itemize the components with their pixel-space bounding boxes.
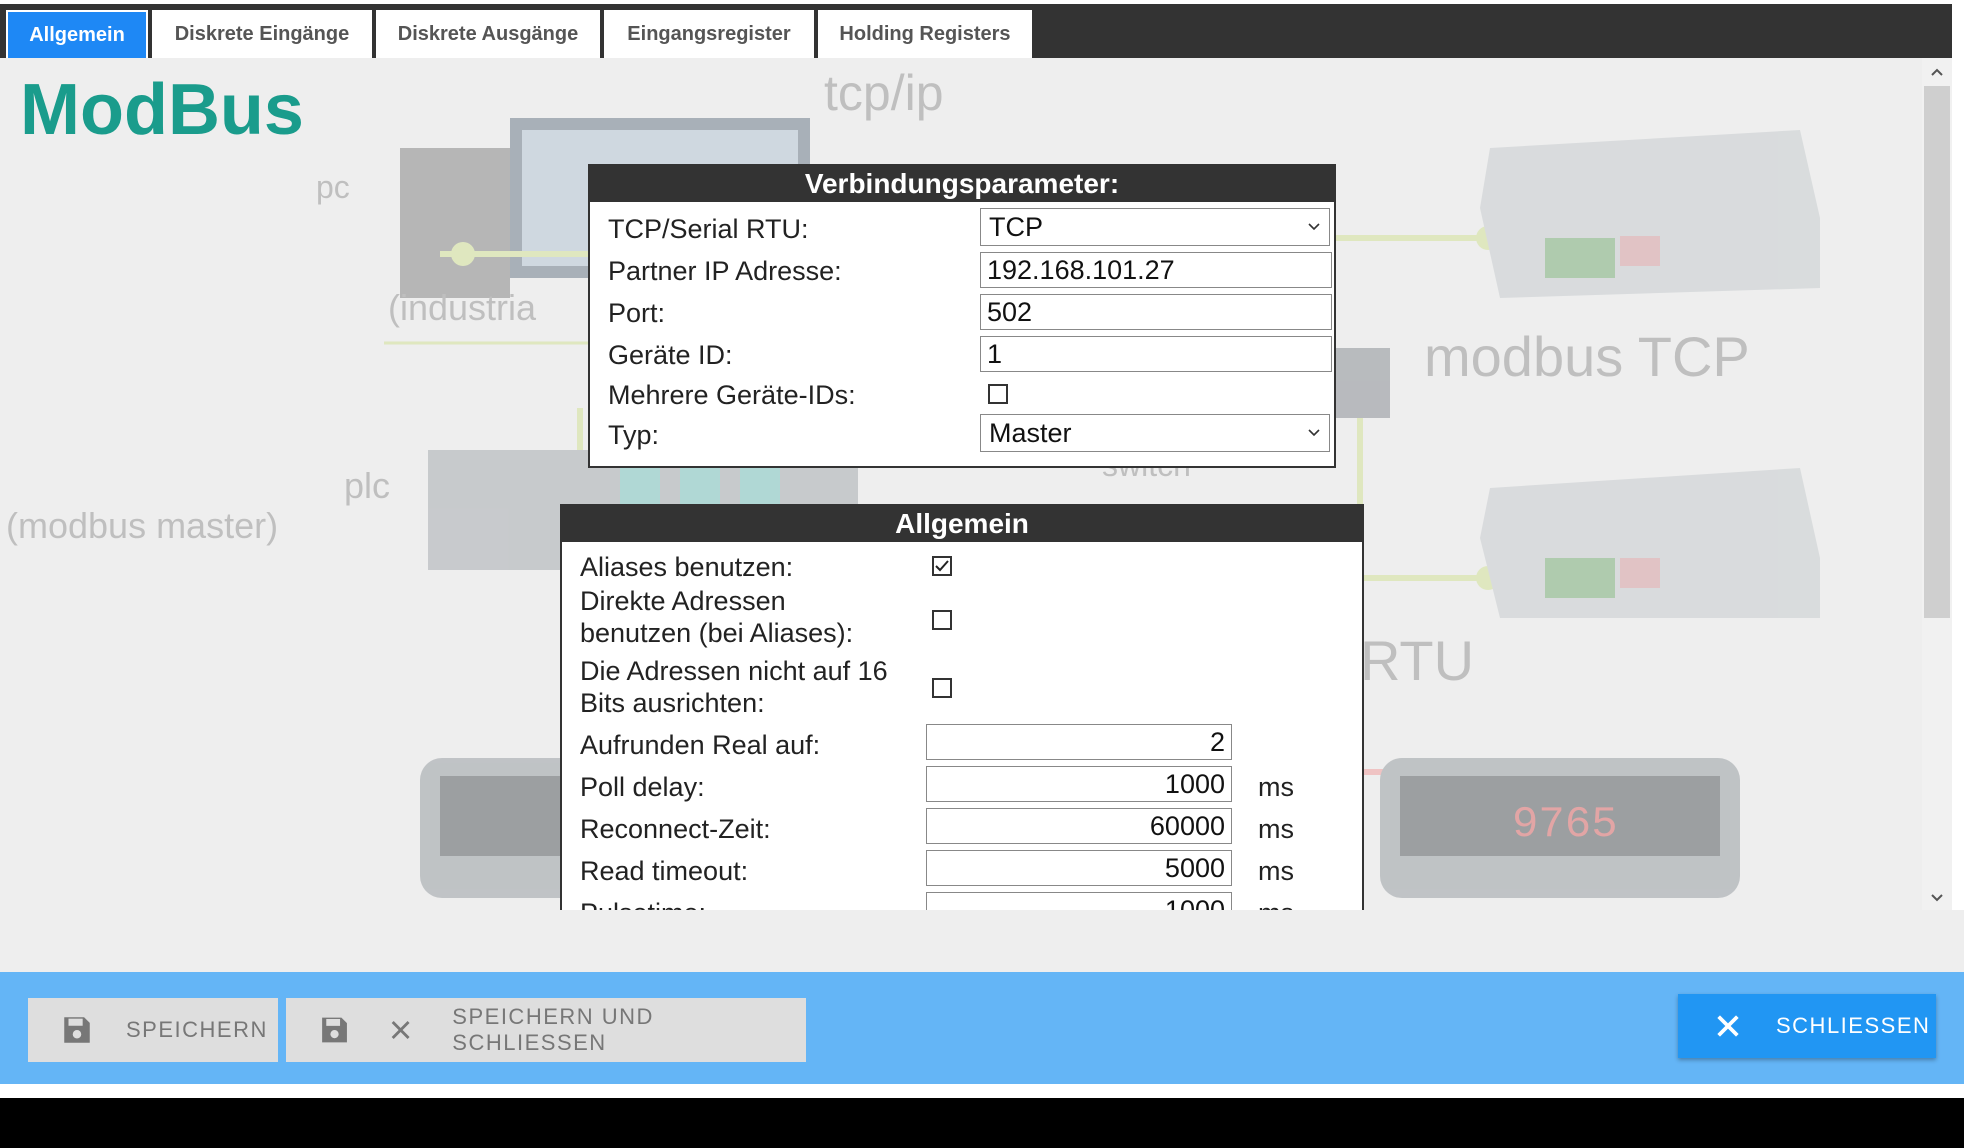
reconnect-value: 60000 xyxy=(1149,810,1225,841)
diagram-label-modbus-tcp: modbus TCP xyxy=(1424,325,1750,388)
modbus-device-top-shape xyxy=(1480,130,1820,298)
round-real-label: Aufrunden Real auf: xyxy=(580,730,821,760)
pulsetime-value: 1000 xyxy=(1164,894,1225,911)
read-timeout-input[interactable]: 5000 xyxy=(926,850,1232,886)
diagram-label-modbus-master: (modbus master) xyxy=(6,505,278,546)
type-label: Typ: xyxy=(608,420,660,450)
chevron-down-icon xyxy=(1308,429,1320,437)
ip-label: Partner IP Adresse: xyxy=(608,256,842,286)
ip-address-input[interactable]: 192.168.101.27 xyxy=(980,252,1332,288)
scrollbar-thumb[interactable] xyxy=(1924,86,1950,618)
align-16bit-checkbox[interactable] xyxy=(932,678,952,698)
multi-ids-checkbox[interactable] xyxy=(988,384,1008,404)
direct-address-label-line2: benutzen (bei Aliases): xyxy=(580,618,854,648)
diagram-display-value: 9765 xyxy=(1512,800,1618,850)
general-panel-header: Allgemein xyxy=(562,506,1362,542)
device-id-value: 1 xyxy=(987,338,1003,369)
floppy-disk-icon xyxy=(64,1017,90,1043)
reconnect-unit: ms xyxy=(1258,814,1294,844)
modbus-device-mid-shape xyxy=(1480,468,1820,618)
content-area: pc (industria tcp/ip modbus TCP plc (mod… xyxy=(0,58,1922,910)
scroll-down-icon[interactable] xyxy=(1922,886,1952,910)
tab-diskrete-ausgaenge[interactable]: Diskrete Ausgänge xyxy=(376,10,600,58)
tcp-serial-label: TCP/Serial RTU: xyxy=(608,214,809,244)
save-and-close-button[interactable]: SPEICHERN UND SCHLIESSEN xyxy=(286,998,806,1062)
poll-delay-unit: ms xyxy=(1258,772,1294,802)
diagram-label-pc: pc xyxy=(316,169,350,205)
bottom-strip xyxy=(0,1084,1964,1098)
tcp-serial-select-value: TCP xyxy=(989,211,1043,242)
port-value: 502 xyxy=(987,296,1033,327)
device-id-label: Geräte ID: xyxy=(608,340,733,370)
right-edge xyxy=(1952,4,1964,910)
save-button[interactable]: SPEICHERN xyxy=(28,998,278,1062)
chevron-down-icon xyxy=(1308,223,1320,231)
diagram-label-plc: plc xyxy=(344,465,390,506)
aliases-checkbox[interactable] xyxy=(932,556,952,576)
ip-address-value: 192.168.101.27 xyxy=(987,254,1175,285)
type-select-value: Master xyxy=(989,417,1072,448)
read-timeout-unit: ms xyxy=(1258,856,1294,886)
page-title: ModBus xyxy=(20,70,304,150)
reconnect-label: Reconnect-Zeit: xyxy=(580,814,771,844)
connection-panel-header: Verbindungsparameter: xyxy=(590,166,1334,202)
type-select[interactable]: Master xyxy=(980,414,1330,452)
pc-tower-shape xyxy=(400,148,510,298)
read-timeout-value: 5000 xyxy=(1164,852,1225,883)
diagram-label-industrial: (industria xyxy=(388,287,537,328)
diagram-label-rtu: RTU xyxy=(1360,629,1474,692)
tcp-serial-select[interactable]: TCP xyxy=(980,208,1330,246)
close-button[interactable]: SCHLIESSEN xyxy=(1678,994,1936,1058)
pulsetime-unit: ms xyxy=(1258,898,1294,910)
floppy-disk-icon xyxy=(322,1017,347,1043)
poll-delay-input[interactable]: 1000 xyxy=(926,766,1232,802)
diagram-label-tcpip: tcp/ip xyxy=(824,65,944,121)
pulsetime-input[interactable]: 1000 xyxy=(926,892,1232,910)
close-icon xyxy=(391,1021,410,1039)
align-16bit-label-line2: Bits ausrichten: xyxy=(580,688,765,718)
port-label: Port: xyxy=(608,298,666,328)
connection-parameters-panel: Verbindungsparameter: TCP/Serial RTU: TC… xyxy=(588,164,1336,468)
reconnect-input[interactable]: 60000 xyxy=(926,808,1232,844)
round-real-value: 2 xyxy=(1209,726,1225,757)
device-id-input[interactable]: 1 xyxy=(980,336,1332,372)
read-timeout-label: Read timeout: xyxy=(580,856,749,886)
scroll-up-icon[interactable] xyxy=(1922,60,1952,84)
tab-bar: Allgemein Diskrete Eingänge Diskrete Aus… xyxy=(0,4,1952,58)
save-and-close-label: SPEICHERN UND SCHLIESSEN xyxy=(452,1004,654,1055)
bottom-bar xyxy=(0,1098,1964,1148)
poll-delay-value: 1000 xyxy=(1164,768,1225,799)
vertical-scrollbar[interactable] xyxy=(1922,58,1952,910)
general-panel: Allgemein Aliases benutzen: Direkte Adre… xyxy=(560,504,1364,910)
poll-delay-label: Poll delay: xyxy=(580,772,705,802)
tab-eingangsregister[interactable]: Eingangsregister xyxy=(604,10,814,58)
aliases-label: Aliases benutzen: xyxy=(580,552,794,582)
footer-bar: SPEICHERN SPEICHERN UND SCHLIESSEN SCHLI… xyxy=(0,972,1964,1084)
tab-holding-registers[interactable]: Holding Registers xyxy=(818,10,1032,58)
align-16bit-label-line1: Die Adressen nicht auf 16 xyxy=(580,656,888,686)
tab-diskrete-eingaenge[interactable]: Diskrete Eingänge xyxy=(152,10,372,58)
pulsetime-label: Pulsetime: xyxy=(580,898,706,910)
round-real-input[interactable]: 2 xyxy=(926,724,1232,760)
app-window: Allgemein Diskrete Eingänge Diskrete Aus… xyxy=(0,0,1964,1148)
direct-address-checkbox[interactable] xyxy=(932,610,952,630)
direct-address-label-line1: Direkte Adressen xyxy=(580,586,786,616)
checkmark-icon xyxy=(935,560,949,572)
multi-ids-label: Mehrere Geräte-IDs: xyxy=(608,380,856,410)
save-button-label: SPEICHERN xyxy=(126,1017,268,1042)
close-button-label: SCHLIESSEN xyxy=(1776,1013,1931,1038)
close-icon xyxy=(1717,1015,1739,1037)
tab-allgemein[interactable]: Allgemein xyxy=(6,10,148,58)
port-input[interactable]: 502 xyxy=(980,294,1332,330)
